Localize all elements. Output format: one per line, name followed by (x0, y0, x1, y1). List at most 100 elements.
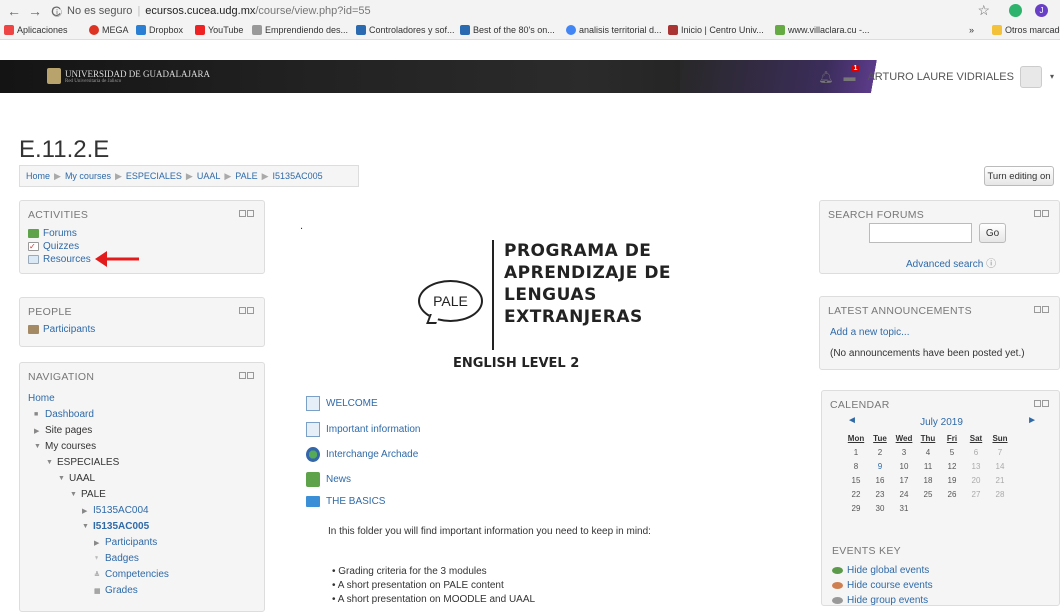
search-input[interactable] (869, 223, 972, 243)
activity-news[interactable]: News (306, 472, 351, 487)
bookmark-apps[interactable]: Aplicaciones (4, 25, 68, 35)
turn-editing-on-button[interactable]: Turn editing on (984, 166, 1054, 186)
hide-global-events[interactable]: Hide global events (832, 565, 929, 576)
block-controls[interactable] (1034, 306, 1049, 313)
nav-site-pages[interactable]: ▶ Site pages (34, 425, 92, 436)
calendar-header-row: Mon Tue Wed Thu Fri Sat Sun (847, 433, 1008, 443)
block-controls[interactable] (1034, 400, 1049, 407)
nav-competencies[interactable]: ≜ Competencies (94, 569, 169, 580)
calendar-week: 8 9 10 11 12 13 14 (853, 461, 1005, 471)
announcements-block: LATEST ANNOUNCEMENTS Add a new topic... … (819, 296, 1060, 370)
activity-resources[interactable]: Resources (28, 254, 91, 265)
user-name[interactable]: ARTURO LAURE VIDRIALES (867, 71, 1014, 83)
breadcrumb-home[interactable]: Home (26, 171, 50, 181)
calendar-grid: Mon Tue Wed Thu Fri Sat Sun 1234567 8 9 10 11 12 13… (844, 431, 1012, 515)
nav-pale[interactable]: ▼ PALE (70, 489, 106, 500)
folder-description: In this folder you will find important i… (328, 526, 651, 537)
bookmark-analisis[interactable]: analisis territorial d... (566, 25, 662, 35)
bookmark-80s[interactable]: Best of the 80's on... (460, 25, 555, 35)
breadcrumb-course[interactable]: I5135AC005 (273, 171, 323, 181)
activity-important-info[interactable]: Important information (306, 422, 421, 437)
calendar-month[interactable]: July 2019 (822, 417, 1060, 428)
bookmark-villaclara[interactable]: www.villaclara.cu -... (775, 25, 870, 35)
nav-my-courses[interactable]: ▼ My courses (34, 441, 96, 452)
block-controls[interactable] (239, 372, 254, 379)
messages-icon[interactable]: ▬ 1 (843, 64, 860, 84)
nav-participants[interactable]: ▶ Participants (94, 537, 157, 548)
bookmarks-bar: Aplicaciones MEGA Dropbox YouTube Empren… (0, 22, 1060, 40)
nav-uaal[interactable]: ▼ UAAL (58, 473, 95, 484)
next-month-icon[interactable]: ► (1027, 415, 1037, 426)
avatar[interactable] (1019, 65, 1042, 88)
bookmark-other[interactable]: Otros marcadores (992, 25, 1060, 35)
user-menu[interactable]: 🔔︎ ▬ 1 ARTURO LAURE VIDRIALES ▾ (818, 60, 1060, 93)
folder-icon (306, 496, 320, 507)
hide-group-events[interactable]: Hide group events (832, 595, 928, 606)
address-bar[interactable]: ⓘ No es seguro | ecursos.cucea.udg.mx/co… (52, 3, 371, 19)
activity-quizzes[interactable]: ✓ Quizzes (28, 241, 79, 252)
bookmarks-more[interactable]: » (969, 25, 974, 35)
nav-dashboard[interactable]: ■ Dashboard (34, 409, 94, 420)
program-title: PROGRAMA DE APRENDIZAJE DE LENGUAS EXTRA… (504, 241, 672, 327)
help-icon: ⓘ (986, 259, 997, 270)
calendar-block: CALENDAR ◄ July 2019 ► Mon Tue Wed Thu Fri Sa… (821, 390, 1060, 606)
forward-icon[interactable]: → (28, 3, 42, 19)
bookmark-emprendiendo[interactable]: Emprendiendo des... (252, 25, 348, 35)
block-controls[interactable] (1034, 210, 1049, 217)
university-logo[interactable]: UNIVERSIDAD DE GUADALAJARA Red Universita… (47, 68, 210, 84)
nav-course-004[interactable]: ▶ I5135AC004 (82, 505, 149, 516)
people-block: PEOPLE Participants (19, 297, 265, 347)
folder-icon (992, 25, 1002, 35)
breadcrumb-especiales[interactable]: ESPECIALES (126, 171, 182, 181)
logo-speech-tail (426, 314, 440, 324)
url-icon (306, 447, 320, 462)
calendar-week: 1234567 (853, 447, 1003, 457)
eye-icon (832, 582, 843, 589)
block-controls[interactable] (239, 210, 254, 217)
hide-course-events[interactable]: Hide course events (832, 580, 933, 591)
resource-icon (28, 255, 39, 264)
bookmark-mega[interactable]: MEGA (89, 25, 129, 35)
nav-home[interactable]: Home (28, 393, 55, 404)
bookmark-star-icon[interactable]: ☆ (977, 2, 990, 19)
breadcrumb-uaal[interactable]: UAAL (197, 171, 221, 181)
block-title: LATEST ANNOUNCEMENTS (828, 305, 972, 317)
breadcrumb-pale[interactable]: PALE (235, 171, 257, 181)
apps-icon (4, 25, 14, 35)
eye-icon (832, 567, 843, 574)
activity-forums[interactable]: Forums (28, 228, 77, 239)
bell-icon[interactable]: 🔔︎ (818, 70, 833, 84)
calendar-week: 22 23 24 25 26 27 28 (851, 489, 1005, 499)
nav-grades[interactable]: ▦ Grades (94, 585, 138, 596)
url-path: /course/view.php?id=55 (255, 5, 371, 17)
activity-the-basics[interactable]: THE BASICS (306, 496, 385, 507)
block-title: SEARCH FORUMS (828, 209, 925, 221)
activity-welcome[interactable]: WELCOME (306, 396, 378, 411)
list-item: • A short presentation on MOODLE and UAA… (332, 594, 536, 605)
bookmark-dropbox[interactable]: Dropbox (136, 25, 183, 35)
nav-course-005[interactable]: ▼ I5135AC005 (82, 521, 149, 532)
bookmark-youtube[interactable]: YouTube (195, 25, 243, 35)
activity-interchange[interactable]: Interchange Archade (306, 447, 418, 462)
info-icon[interactable]: ⓘ (52, 4, 62, 19)
page-icon (306, 422, 320, 437)
people-participants[interactable]: Participants (28, 324, 95, 335)
logo-divider (492, 240, 494, 350)
page-icon (306, 396, 320, 411)
bookmark-inicio[interactable]: Inicio | Centro Univ... (668, 25, 764, 35)
activities-block: ACTIVITIES Forums ✓ Quizzes Resources (19, 200, 265, 274)
profile-icon[interactable]: J (1035, 4, 1048, 17)
events-key-title: EVENTS KEY (832, 545, 901, 557)
go-button[interactable]: Go (979, 223, 1006, 243)
back-icon[interactable]: ← (7, 3, 21, 19)
add-topic-link[interactable]: Add a new topic... (830, 327, 910, 338)
nav-especiales[interactable]: ▼ ESPECIALES (46, 457, 119, 468)
extension-icon[interactable] (1009, 4, 1022, 17)
advanced-search-link[interactable]: Advanced search ⓘ (906, 255, 996, 270)
chevron-down-icon[interactable]: ▾ (1050, 72, 1054, 81)
nav-badges[interactable]: ♆ Badges (94, 553, 139, 564)
block-controls[interactable] (239, 307, 254, 314)
section-dot: . (300, 220, 304, 232)
bookmark-controladores[interactable]: Controladores y sof... (356, 25, 455, 35)
breadcrumb-my-courses[interactable]: My courses (65, 171, 111, 181)
